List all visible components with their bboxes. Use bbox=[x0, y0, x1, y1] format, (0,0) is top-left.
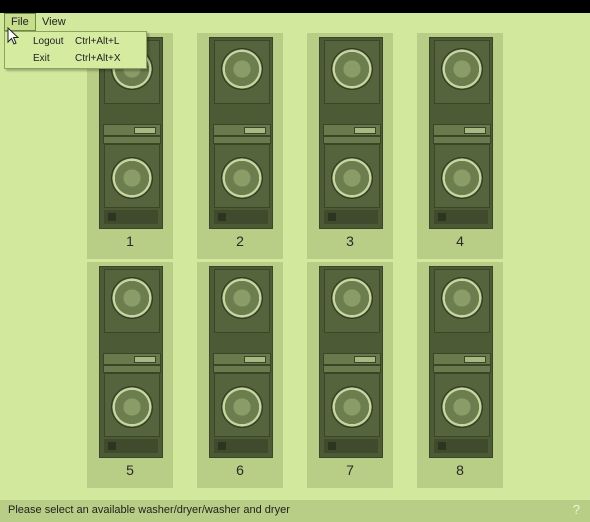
dryer-door bbox=[441, 277, 483, 319]
control-panel bbox=[323, 353, 381, 365]
menu-item-logout[interactable]: Logout Ctrl+Alt+L bbox=[5, 33, 146, 50]
washer-dryer-image bbox=[209, 266, 273, 458]
machine-base bbox=[104, 210, 158, 224]
machine-base bbox=[214, 210, 268, 224]
washer-unit bbox=[434, 373, 490, 437]
control-panel bbox=[433, 136, 491, 144]
washer-door bbox=[111, 386, 153, 428]
washer-door bbox=[331, 386, 373, 428]
control-panel bbox=[213, 365, 271, 373]
dryer-door bbox=[221, 277, 263, 319]
control-panel bbox=[213, 136, 271, 144]
status-bar: Please select an available washer/dryer/… bbox=[0, 500, 590, 522]
menu-bar: File View bbox=[0, 13, 590, 31]
machine-tile-5[interactable]: 5 bbox=[87, 262, 173, 488]
washer-unit bbox=[434, 144, 490, 208]
control-panel bbox=[433, 124, 491, 136]
machine-base bbox=[434, 439, 488, 453]
control-panel bbox=[103, 124, 161, 136]
washer-unit bbox=[324, 144, 380, 208]
washer-unit bbox=[214, 144, 270, 208]
machine-base bbox=[324, 210, 378, 224]
machine-tile-6[interactable]: 6 bbox=[197, 262, 283, 488]
control-panel bbox=[433, 365, 491, 373]
dryer-door bbox=[111, 277, 153, 319]
control-panel bbox=[103, 136, 161, 144]
control-panel bbox=[103, 353, 161, 365]
washer-door bbox=[441, 386, 483, 428]
machine-tile-4[interactable]: 4 bbox=[417, 33, 503, 259]
washer-dryer-image bbox=[429, 266, 493, 458]
control-panel bbox=[213, 124, 271, 136]
washer-dryer-image bbox=[319, 37, 383, 229]
menu-item-label: Logout bbox=[33, 36, 64, 47]
washer-dryer-image bbox=[99, 266, 163, 458]
menu-item-label: Exit bbox=[33, 53, 50, 64]
help-icon[interactable]: ? bbox=[573, 502, 580, 517]
menu-item-shortcut: Ctrl+Alt+X bbox=[75, 53, 121, 64]
washer-door bbox=[111, 157, 153, 199]
dryer-door bbox=[331, 277, 373, 319]
menu-item-exit[interactable]: Exit Ctrl+Alt+X bbox=[5, 50, 146, 67]
machine-number: 8 bbox=[456, 462, 464, 478]
control-panel bbox=[103, 365, 161, 373]
control-panel bbox=[323, 136, 381, 144]
control-panel bbox=[323, 124, 381, 136]
washer-door bbox=[331, 157, 373, 199]
status-message: Please select an available washer/dryer/… bbox=[8, 504, 290, 516]
machine-base bbox=[104, 439, 158, 453]
washer-unit bbox=[104, 144, 160, 208]
machine-number: 5 bbox=[126, 462, 134, 478]
machine-tile-3[interactable]: 3 bbox=[307, 33, 393, 259]
menu-item-shortcut: Ctrl+Alt+L bbox=[75, 36, 120, 47]
window-title-bar bbox=[0, 0, 590, 13]
control-panel bbox=[433, 353, 491, 365]
mouse-pointer-icon bbox=[7, 27, 19, 45]
washer-dryer-image bbox=[429, 37, 493, 229]
machine-tile-7[interactable]: 7 bbox=[307, 262, 393, 488]
dryer-door bbox=[331, 48, 373, 90]
washer-door bbox=[441, 157, 483, 199]
machine-base bbox=[214, 439, 268, 453]
control-panel bbox=[323, 365, 381, 373]
control-panel bbox=[213, 353, 271, 365]
washer-door bbox=[221, 386, 263, 428]
machine-number: 6 bbox=[236, 462, 244, 478]
washer-dryer-image bbox=[319, 266, 383, 458]
dryer-unit bbox=[214, 269, 270, 333]
dryer-unit bbox=[324, 40, 380, 104]
washer-dryer-image bbox=[209, 37, 273, 229]
dryer-unit bbox=[434, 40, 490, 104]
washer-unit bbox=[214, 373, 270, 437]
machine-number: 3 bbox=[346, 233, 354, 249]
dryer-unit bbox=[104, 269, 160, 333]
machine-number: 2 bbox=[236, 233, 244, 249]
machine-number: 1 bbox=[126, 233, 134, 249]
file-menu-dropdown: Logout Ctrl+Alt+L Exit Ctrl+Alt+X bbox=[4, 31, 147, 69]
washer-unit bbox=[104, 373, 160, 437]
machine-number: 7 bbox=[346, 462, 354, 478]
dryer-door bbox=[441, 48, 483, 90]
machine-tile-8[interactable]: 8 bbox=[417, 262, 503, 488]
washer-unit bbox=[324, 373, 380, 437]
dryer-door bbox=[221, 48, 263, 90]
washer-door bbox=[221, 157, 263, 199]
machine-base bbox=[434, 210, 488, 224]
machine-tile-2[interactable]: 2 bbox=[197, 33, 283, 259]
dryer-unit bbox=[434, 269, 490, 333]
dryer-unit bbox=[324, 269, 380, 333]
machine-base bbox=[324, 439, 378, 453]
dryer-unit bbox=[214, 40, 270, 104]
menu-view[interactable]: View bbox=[36, 14, 72, 30]
machine-number: 4 bbox=[456, 233, 464, 249]
